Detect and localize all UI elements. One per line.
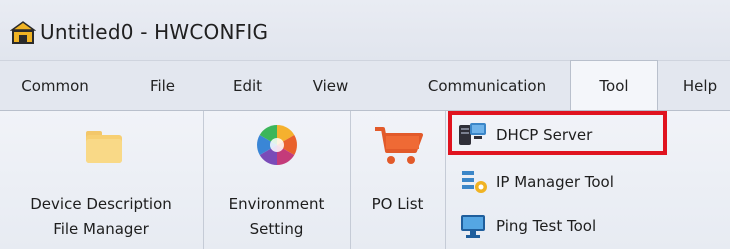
- menu-bar: Common File Edit View Communication Tool…: [0, 60, 730, 111]
- ping-test-tool-button[interactable]: Ping Test Tool: [456, 209, 661, 243]
- title-bar: Untitled0 - HWCONFIG: [0, 0, 730, 60]
- ip-manager-tool-button[interactable]: IP Manager Tool: [456, 165, 661, 199]
- environment-setting-label-line1: Environment: [228, 195, 325, 213]
- environment-setting-button[interactable]: Environment Setting: [204, 111, 349, 249]
- dhcp-server-highlight: [448, 111, 667, 155]
- window-title: Untitled0 - HWCONFIG: [40, 20, 269, 44]
- monitor-icon: [461, 215, 485, 238]
- color-wheel-icon: [257, 125, 297, 165]
- tab-common[interactable]: Common: [6, 61, 104, 111]
- ip-manager-tool-label: IP Manager Tool: [496, 173, 614, 191]
- tab-tool[interactable]: Tool: [570, 60, 658, 111]
- tab-edit[interactable]: Edit: [220, 61, 275, 111]
- device-description-label-line1: Device Description: [30, 195, 172, 213]
- tab-file[interactable]: File: [135, 61, 190, 111]
- po-list-button[interactable]: PO List: [351, 111, 444, 249]
- environment-setting-label-line2: Setting: [249, 220, 304, 238]
- app-icon: [10, 21, 36, 44]
- device-description-file-manager-button[interactable]: Device Description File Manager: [0, 111, 202, 249]
- po-list-label: PO List: [371, 195, 424, 213]
- network-icon: [462, 171, 487, 193]
- tab-help[interactable]: Help: [670, 61, 730, 111]
- folder-icon: [86, 131, 122, 163]
- tab-communication[interactable]: Communication: [412, 61, 562, 111]
- device-description-label-line2: File Manager: [53, 220, 149, 238]
- tab-view[interactable]: View: [298, 61, 363, 111]
- ping-test-tool-label: Ping Test Tool: [496, 217, 597, 235]
- ribbon-divider: [445, 111, 446, 249]
- shopping-cart-icon: [375, 127, 423, 164]
